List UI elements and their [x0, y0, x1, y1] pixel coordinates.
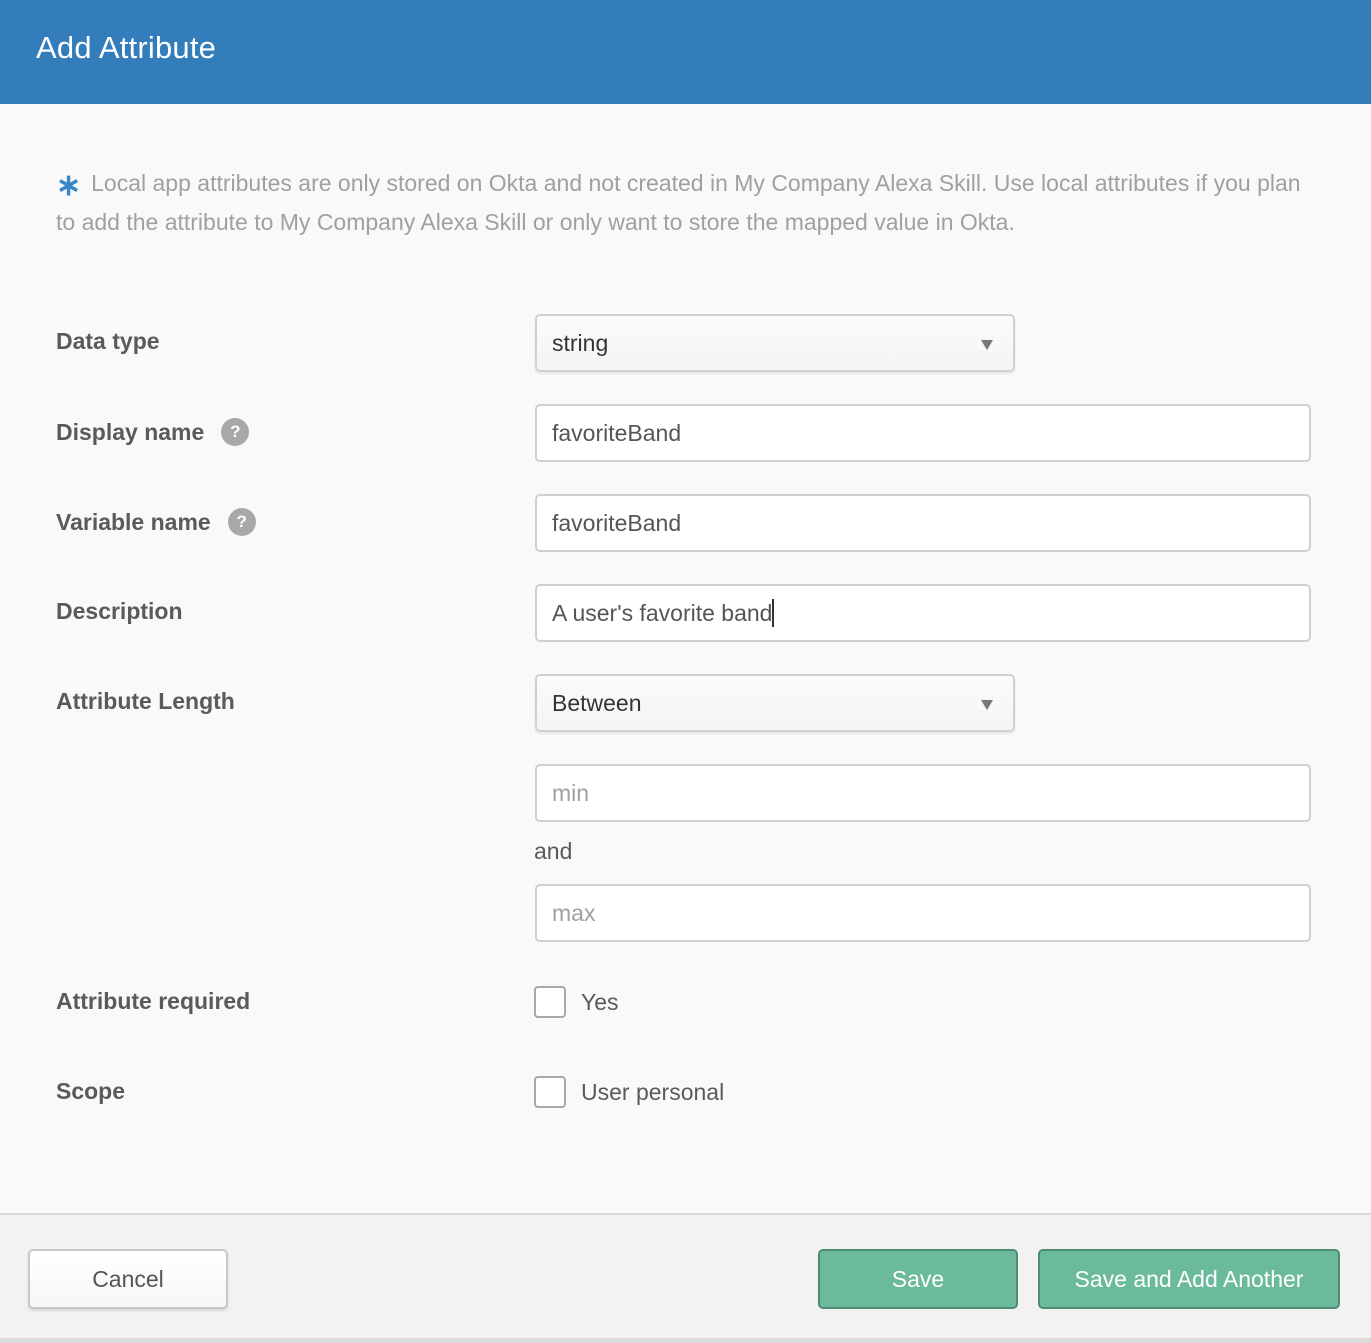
max-placeholder: max	[552, 900, 596, 926]
data-type-label: Data type	[56, 328, 160, 355]
notice-text: Local app attributes are only stored on …	[56, 170, 1301, 235]
attribute-required-checkbox[interactable]	[534, 986, 566, 1018]
max-length-input[interactable]: max	[535, 884, 1311, 942]
attribute-required-option[interactable]: Yes	[534, 986, 619, 1018]
variable-name-input[interactable]: favoriteBand	[535, 494, 1311, 552]
min-placeholder: min	[552, 780, 590, 806]
attribute-length-select[interactable]: Between	[535, 674, 1015, 732]
local-attributes-notice: ∗ Local app attributes are only stored on…	[56, 165, 1326, 240]
background-page-edge	[0, 1338, 1371, 1343]
cancel-button[interactable]: Cancel	[28, 1249, 228, 1309]
display-name-label: Display name ?	[56, 418, 250, 446]
chevron-down-icon	[981, 340, 993, 350]
display-name-label-text: Display name	[56, 418, 205, 445]
dialog-title: Add Attribute	[36, 30, 217, 65]
scope-label: Scope	[56, 1078, 125, 1105]
display-name-input[interactable]: favoriteBand	[535, 404, 1311, 462]
help-icon[interactable]: ?	[221, 418, 250, 446]
help-icon[interactable]: ?	[227, 508, 256, 536]
scope-option[interactable]: User personal	[534, 1076, 724, 1108]
scope-user-personal-checkbox[interactable]	[534, 1076, 566, 1108]
asterisk-icon: ∗	[56, 169, 82, 202]
chevron-down-icon	[981, 700, 993, 710]
variable-name-label-text: Variable name	[56, 508, 211, 535]
data-type-value: string	[552, 330, 609, 356]
min-length-input[interactable]: min	[535, 764, 1311, 822]
description-label-text: Description	[56, 598, 183, 624]
description-value: A user's favorite band	[552, 600, 773, 626]
dialog-footer: Cancel Save Save and Add Another	[0, 1213, 1371, 1338]
and-label: and	[534, 838, 573, 864]
variable-name-label: Variable name ?	[56, 508, 256, 536]
add-attribute-dialog: Add Attribute ∗ Local app attributes are …	[0, 0, 1371, 1343]
data-type-select[interactable]: string	[535, 314, 1015, 372]
scope-label-text: Scope	[56, 1078, 126, 1104]
scope-checkbox-label[interactable]: User personal	[581, 1079, 724, 1106]
attribute-length-value: Between	[552, 690, 642, 716]
description-input[interactable]: A user's favorite band	[535, 584, 1311, 642]
save-and-add-another-button[interactable]: Save and Add Another	[1038, 1249, 1340, 1309]
attribute-required-checkbox-label[interactable]: Yes	[581, 989, 619, 1016]
attribute-length-label: Attribute Length	[56, 688, 235, 715]
attribute-required-label-text: Attribute required	[56, 988, 251, 1014]
save-button[interactable]: Save	[818, 1249, 1018, 1309]
attribute-length-label-text: Attribute Length	[56, 688, 235, 714]
text-cursor	[772, 599, 775, 627]
dialog-header: Add Attribute	[0, 0, 1371, 104]
data-type-label-text: Data type	[56, 328, 160, 354]
attribute-required-label: Attribute required	[56, 988, 250, 1015]
description-label: Description	[56, 598, 183, 625]
variable-name-value: favoriteBand	[552, 510, 682, 536]
display-name-value: favoriteBand	[552, 420, 682, 446]
